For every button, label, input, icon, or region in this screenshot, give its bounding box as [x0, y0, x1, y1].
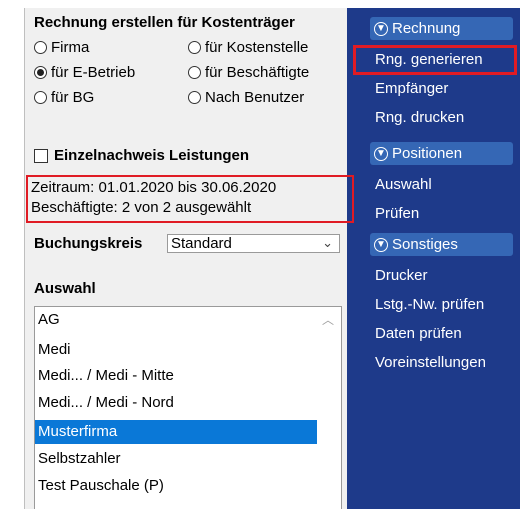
radio-e-betrieb[interactable]: für E-Betrieb: [34, 64, 135, 81]
nav-lstg-nw-pruefen[interactable]: Lstg.-Nw. prüfen: [375, 296, 484, 313]
radio-kostenstelle[interactable]: für Kostenstelle: [188, 39, 308, 56]
einzelnachweis-checkbox-row[interactable]: Einzelnachweis Leistungen: [34, 147, 249, 164]
list-item[interactable]: Selbstzahler: [35, 447, 317, 471]
radio-label: für E-Betrieb: [51, 64, 136, 81]
radio-label: für BG: [51, 89, 95, 106]
rng-generieren-highlight-box: [353, 45, 517, 75]
radio-circle[interactable]: [188, 66, 201, 79]
section-header-label: Positionen: [392, 145, 463, 162]
chevron-up-icon[interactable]: ︿: [322, 311, 334, 328]
radio-label: Firma: [51, 39, 90, 56]
circle-down-arrow-icon: ▼: [374, 237, 388, 252]
radio-label: Nach Benutzer: [205, 89, 305, 106]
section-header-positionen[interactable]: ▼ Positionen: [370, 142, 513, 165]
radio-circle[interactable]: [34, 41, 47, 54]
einzelnachweis-checkbox[interactable]: [34, 148, 48, 163]
list-item[interactable]: Medi... / Medi - Nord: [35, 391, 317, 415]
nav-empfaenger[interactable]: Empfänger: [375, 80, 448, 97]
zeitraum-text: Zeitraum: 01.01.2020 bis 30.06.2020: [31, 179, 277, 196]
radio-circle[interactable]: [188, 41, 201, 54]
circle-down-arrow-icon: ▼: [374, 146, 388, 161]
nav-daten-pruefen[interactable]: Daten prüfen: [375, 325, 462, 342]
buchungskreis-value: Standard: [171, 235, 232, 252]
nav-auswahl[interactable]: Auswahl: [375, 176, 432, 193]
list-item[interactable]: Medi... / Medi - Mitte: [35, 364, 317, 388]
radio-nach-benutzer[interactable]: Nach Benutzer: [188, 89, 304, 106]
section-header-rechnung[interactable]: ▼ Rechnung: [370, 17, 513, 40]
list-item[interactable]: Test Pauschale (P): [35, 474, 317, 498]
list-item[interactable]: Medi: [35, 338, 317, 362]
panel-title: Rechnung erstellen für Kostenträger: [34, 14, 295, 31]
einzelnachweis-label: Einzelnachweis Leistungen: [54, 147, 250, 164]
circle-down-arrow-icon: ▼: [374, 21, 388, 36]
auswahl-listbox[interactable]: AG Medi Medi... / Medi - Mitte Medi... /…: [34, 306, 342, 509]
radio-circle-selected[interactable]: [34, 66, 47, 79]
radio-circle[interactable]: [188, 91, 201, 104]
nav-voreinstellungen[interactable]: Voreinstellungen: [375, 354, 486, 371]
buchungskreis-label: Buchungskreis: [34, 235, 143, 252]
list-item-selected[interactable]: Musterfirma: [35, 420, 317, 444]
buchungskreis-select[interactable]: Standard ⌄: [167, 234, 340, 253]
nav-pruefen[interactable]: Prüfen: [375, 205, 419, 222]
section-header-sonstiges[interactable]: ▼ Sonstiges: [370, 233, 513, 256]
section-header-label: Rechnung: [392, 20, 461, 37]
radio-circle[interactable]: [34, 91, 47, 104]
radio-beschaeftigte[interactable]: für Beschäftigte: [188, 64, 309, 81]
radio-label: für Beschäftigte: [205, 64, 310, 81]
radio-firma[interactable]: Firma: [34, 39, 89, 56]
nav-rng-drucken[interactable]: Rng. drucken: [375, 109, 464, 126]
section-header-label: Sonstiges: [392, 236, 458, 253]
auswahl-label: Auswahl: [34, 280, 96, 297]
list-item[interactable]: AG: [35, 308, 317, 332]
nav-drucker[interactable]: Drucker: [375, 267, 428, 284]
radio-bg[interactable]: für BG: [34, 89, 94, 106]
chevron-down-icon[interactable]: ⌄: [322, 234, 333, 251]
radio-label: für Kostenstelle: [205, 39, 309, 56]
beschaeftigte-text: Beschäftigte: 2 von 2 ausgewählt: [31, 199, 252, 216]
